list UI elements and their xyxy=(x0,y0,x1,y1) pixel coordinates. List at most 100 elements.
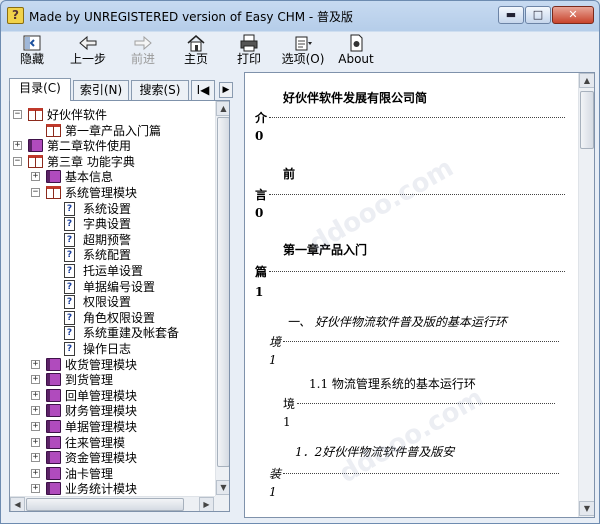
collapse-minus-icon[interactable]: − xyxy=(13,156,22,166)
tree-item[interactable]: + 财务管理模块 xyxy=(10,403,215,419)
tree-item[interactable]: − 第三章 功能字典 xyxy=(10,154,215,170)
scroll-right-icon[interactable]: ▶ xyxy=(199,497,214,511)
toc-sub12[interactable]: 1．2好伙伴物流软件普及版安 xyxy=(295,443,454,460)
expand-plus-icon[interactable]: + xyxy=(31,406,40,416)
tree-item[interactable]: + 油卡管理 xyxy=(10,466,215,482)
toc-chapter1[interactable]: 第一章产品入门 xyxy=(283,241,367,258)
help-page-icon: ? xyxy=(64,264,75,278)
toc-section1[interactable]: 一、 好伙伴物流软件普及版的基本运行环 xyxy=(287,313,507,330)
doc-scroll-down-icon[interactable]: ▼ xyxy=(579,501,594,516)
tab-more[interactable]: I◀ xyxy=(191,80,215,100)
tab-index[interactable]: 索引(N) xyxy=(73,80,129,100)
doc-scroll-thumb[interactable] xyxy=(580,91,594,149)
tree-item[interactable]: ? 字典设置 xyxy=(10,216,215,232)
forward-button[interactable]: 前进 xyxy=(127,32,159,70)
tree-item-label: 资金管理模块 xyxy=(65,451,138,466)
tree-item-label: 系统配置 xyxy=(83,248,132,263)
tree-item[interactable]: + 第二章软件使用 xyxy=(10,138,215,154)
help-page-icon: ? xyxy=(64,201,75,216)
tree-hscroll-thumb[interactable] xyxy=(26,498,184,511)
tree-item[interactable]: + 回单管理模块 xyxy=(10,388,215,404)
tree-item[interactable]: ? 单据编号设置 xyxy=(10,279,215,295)
expand-plus-icon[interactable]: + xyxy=(31,359,40,369)
scroll-corner xyxy=(215,496,229,511)
tree-item[interactable]: ? 操作日志 xyxy=(10,341,215,357)
about-button[interactable]: About xyxy=(336,32,376,70)
hide-pane-icon xyxy=(23,35,41,51)
options-button[interactable]: 选项(O) xyxy=(280,32,326,70)
tree-item[interactable]: + 到货管理 xyxy=(10,372,215,388)
expand-plus-icon[interactable]: + xyxy=(13,141,22,151)
expand-plus-icon[interactable]: + xyxy=(31,375,40,385)
tree-item[interactable]: + 基本信息 xyxy=(10,169,215,185)
close-button[interactable]: ✕ xyxy=(552,6,594,24)
back-button[interactable]: 上一步 xyxy=(67,32,109,70)
hide-button[interactable]: 隐藏 xyxy=(17,32,47,70)
scroll-left-icon[interactable]: ◀ xyxy=(10,497,25,511)
tree-horizontal-scrollbar[interactable]: ◀ ▶ xyxy=(10,496,215,511)
tree-item[interactable]: ? 系统重建及帐套备 xyxy=(10,325,215,341)
help-page-icon: ? xyxy=(64,248,75,263)
tree-item[interactable]: ? 托运单设置 xyxy=(10,263,215,279)
toc-preface-cont[interactable]: 言 xyxy=(255,186,267,203)
tree-item[interactable]: + 收货管理模块 xyxy=(10,357,215,373)
tree-item[interactable]: ? 系统设置 xyxy=(10,201,215,217)
minimize-button[interactable]: ▬ xyxy=(498,6,524,24)
tree-vertical-scrollbar[interactable]: ▲ ▼ xyxy=(215,101,229,496)
expand-plus-icon[interactable]: + xyxy=(31,484,40,494)
tree-item[interactable]: − 系统管理模块 xyxy=(10,185,215,201)
print-button[interactable]: 打印 xyxy=(233,32,265,70)
home-icon xyxy=(187,35,205,52)
collapse-minus-icon[interactable]: − xyxy=(31,188,40,197)
toc-chapter1-cont[interactable]: 篇 xyxy=(255,263,267,280)
tree-item[interactable]: 第一章产品入门篇 xyxy=(10,123,215,139)
toc-sub11-cont[interactable]: 境 xyxy=(283,395,295,412)
expand-plus-icon[interactable]: + xyxy=(31,437,40,447)
toc-company-title[interactable]: 好伙伴软件发展有限公司简 xyxy=(283,89,427,106)
scroll-up-icon[interactable]: ▲ xyxy=(216,101,229,116)
about-label: About xyxy=(338,52,374,66)
document-vertical-scrollbar[interactable]: ▲ ▼ xyxy=(578,73,594,517)
tree-scroll-thumb[interactable] xyxy=(217,117,229,467)
window-title: Made by UNREGISTERED version of Easy CHM… xyxy=(29,10,354,24)
tree-item[interactable]: ? 角色权限设置 xyxy=(10,310,215,326)
expand-plus-icon[interactable]: + xyxy=(31,453,40,463)
tree-item[interactable]: + 资金管理模块 xyxy=(10,450,215,466)
closed-book-icon xyxy=(28,139,43,153)
tree-item[interactable]: − 好伙伴软件 xyxy=(10,107,215,123)
tab-scroll-right-icon[interactable]: ▶ xyxy=(219,82,233,98)
toc-section1-cont[interactable]: 境 xyxy=(269,333,281,350)
tree-item-label: 单据管理模块 xyxy=(65,420,138,434)
toc-section1-page: 1 xyxy=(269,353,277,367)
tree-item-label: 权限设置 xyxy=(83,295,132,310)
tree-item[interactable]: ? 系统配置 xyxy=(10,247,215,263)
tree-item[interactable]: + 往来管理模 xyxy=(10,435,215,451)
toc-sub12-cont[interactable]: 装 xyxy=(269,465,281,482)
tree-item[interactable]: ? 权限设置 xyxy=(10,294,215,310)
help-app-icon[interactable]: ? xyxy=(7,7,24,24)
toc-preface[interactable]: 前 xyxy=(283,165,295,182)
scroll-down-icon[interactable]: ▼ xyxy=(216,480,229,495)
collapse-minus-icon[interactable]: − xyxy=(13,110,22,119)
home-button[interactable]: 主页 xyxy=(180,32,212,70)
expand-plus-icon[interactable]: + xyxy=(31,172,40,182)
help-page-icon: ? xyxy=(64,310,75,325)
tree-item[interactable]: + 业务统计模块 xyxy=(10,481,215,497)
tree-item[interactable]: ? 超期预警 xyxy=(10,232,215,248)
toc-sub11[interactable]: 1.1 物流管理系统的基本运行环 xyxy=(309,375,476,392)
expand-plus-icon[interactable]: + xyxy=(31,468,40,478)
tree-item[interactable]: + 单据管理模块 xyxy=(10,419,215,435)
tab-contents[interactable]: 目录(C) xyxy=(9,78,71,101)
toc-company-title-cont[interactable]: 介 xyxy=(255,109,267,126)
doc-scroll-up-icon[interactable]: ▲ xyxy=(579,73,594,88)
expand-plus-icon[interactable]: + xyxy=(31,390,40,400)
help-page-icon: ? xyxy=(64,217,75,232)
expand-plus-icon[interactable]: + xyxy=(31,422,40,431)
tree-item-label: 第三章 功能字典 xyxy=(47,154,135,169)
title-bar: ? Made by UNREGISTERED version of Easy C… xyxy=(1,1,599,31)
maximize-button[interactable]: □ xyxy=(525,6,551,24)
tab-search[interactable]: 搜索(S) xyxy=(131,80,189,100)
toc-leader xyxy=(269,117,565,118)
toc-preface-page: 0 xyxy=(255,206,264,220)
toc-leader xyxy=(283,473,559,474)
